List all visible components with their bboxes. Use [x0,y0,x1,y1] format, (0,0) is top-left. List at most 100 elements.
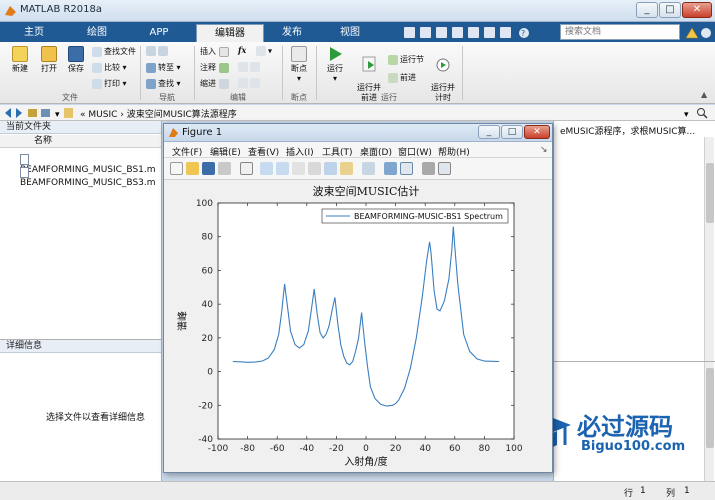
save-figure-icon[interactable] [202,162,215,175]
figure-close-button[interactable]: ✕ [524,125,550,139]
print-button[interactable]: 打印 ▾ [92,78,127,89]
x-tick-label: 100 [505,444,522,454]
save-button[interactable]: 保存 [64,46,88,74]
name-column-header[interactable]: 名称 [0,135,161,148]
figure-window[interactable]: Figure 1 _ □ ✕ 文件(F) 编辑(E) 查看(V) 插入(I) 工… [163,123,553,473]
run-section-button[interactable]: 运行节 [388,54,424,65]
plot-area[interactable]: -100 -80 -60 -40 -20 0 20 40 60 80 100 -40 -20 0 20 40 6… [164,180,552,472]
compare-button[interactable]: 比较 ▾ [92,62,127,73]
tab-editor[interactable]: 编辑器 [196,24,264,42]
fx-button[interactable]: fx [238,45,246,55]
pan-icon[interactable] [292,162,305,175]
show-tools-icon[interactable] [438,162,451,175]
menu-help[interactable]: 帮助(H) [438,145,470,158]
link-plot-icon[interactable] [362,162,375,175]
figure-maximize-button[interactable]: □ [501,125,523,139]
x-tick-label: -80 [240,444,255,454]
toolstrip-tabs: 主页 绘图 APP 编辑器 发布 视图 ? 搜索文档 [0,22,715,42]
collapse-ribbon-icon[interactable]: ▲ [701,90,707,99]
group-label-file: 文件 [62,93,78,102]
menu-dock-icon[interactable]: ↘ [540,145,548,155]
menu-desktop[interactable]: 桌面(D) [360,145,392,158]
command-scrollbar[interactable] [704,362,714,482]
open-button[interactable]: 打开 [36,46,62,74]
menu-view[interactable]: 查看(V) [248,145,279,158]
menu-insert[interactable]: 插入(I) [286,145,314,158]
run-button[interactable]: 运行 ▾ [322,46,348,83]
menu-file[interactable]: 文件(F) [172,145,202,158]
x-tick-label: 40 [419,444,431,454]
zoom-in-icon[interactable] [260,162,273,175]
figure-toolbar [164,158,552,180]
tab-plots[interactable]: 绘图 [70,24,124,42]
edit-extra-2[interactable] [238,78,262,88]
find-files-button[interactable]: 查找文件 [92,46,136,57]
folder-icon [64,108,73,118]
tab-publish[interactable]: 发布 [268,24,316,42]
breadcrumb-more[interactable]: « [80,110,86,120]
editor-scrollbar[interactable] [704,137,714,361]
new-figure-icon[interactable] [170,162,183,175]
nav-buttons[interactable]: ▾ [4,107,74,119]
matlab-logo-icon [5,6,16,16]
brush-icon[interactable] [340,162,353,175]
edit-extra-1[interactable] [238,62,262,72]
tab-view[interactable]: 视图 [326,24,374,42]
arrows-icon [146,46,156,56]
indent-button[interactable]: 缩进 [200,78,231,89]
legend-icon[interactable] [400,162,413,175]
print-figure-icon[interactable] [218,162,231,175]
pointer-icon[interactable] [240,162,253,175]
spectrum-chart[interactable]: -100 -80 -60 -40 -20 0 20 40 60 80 100 -40 -20 0 20 40 6… [164,180,552,472]
colorbar-icon[interactable] [384,162,397,175]
goto-button[interactable]: 转至 ▾ [146,62,181,73]
breadcrumb-folder[interactable]: 波束空间MUSIC算法源程序 [127,110,237,120]
close-button[interactable]: ✕ [682,2,712,18]
tab-home[interactable]: 主页 [10,24,58,42]
watermark-url: Biguo100.com [581,439,686,454]
y-tick-label: 80 [202,233,214,243]
hide-tools-icon[interactable] [422,162,435,175]
notification-icon[interactable] [684,26,712,40]
address-search-icon[interactable]: ▾ [684,107,710,119]
details-panel: 详细信息 选择文件以查看详细信息 [0,339,162,481]
rotate-icon[interactable] [308,162,321,175]
minimize-button[interactable]: _ [636,2,658,18]
editor-panel[interactable]: eMUSIC源程序，求根MUSIC算... [553,121,715,361]
group-label-breakpoints: 断点 [291,93,307,102]
file-item[interactable]: BEAMFORMING_MUSIC_BS3.m [20,167,161,188]
up-folder-icon [28,109,37,117]
group-label-edit: 编辑 [230,93,246,102]
zoom-out-icon[interactable] [276,162,289,175]
data-cursor-icon[interactable] [324,162,337,175]
scroll-thumb[interactable] [706,163,714,223]
menu-window[interactable]: 窗口(W) [398,145,432,158]
x-tick-label: 20 [390,444,402,454]
open-file-icon[interactable] [186,162,199,175]
x-axis-label: 入射角/度 [344,455,387,468]
qa-redo-icon [484,27,495,38]
y-tick-label: -20 [198,401,213,411]
scroll-thumb[interactable] [706,368,714,448]
svg-text:▾: ▾ [684,110,689,119]
y-axis-label: 谱峰 [176,311,189,331]
figure-minimize-button[interactable]: _ [478,125,500,139]
advance-button[interactable]: 前进 [388,72,416,83]
plus-icon [12,46,28,62]
back-forward-button[interactable] [146,46,170,56]
qa-switch-icon [500,27,511,38]
maximize-button[interactable]: □ [659,2,681,18]
x-tick-label: -100 [208,444,229,454]
insert-button[interactable]: 插入 [200,46,231,57]
comment-button[interactable]: 注释 [200,62,231,73]
new-button[interactable]: 新建 [6,46,34,74]
find-button[interactable]: 查找 ▾ [146,78,181,89]
edit-tools[interactable]: ▾ [256,46,272,56]
menu-tools[interactable]: 工具(T) [322,145,353,158]
breakpoints-button[interactable]: 断点 ▾ [286,46,312,83]
breadcrumb[interactable]: « MUSIC › 波束空间MUSIC算法源程序 [80,107,237,120]
menu-edit[interactable]: 编辑(E) [210,145,241,158]
breadcrumb-music[interactable]: MUSIC [88,110,117,120]
tab-apps[interactable]: APP [134,24,184,42]
search-input[interactable]: 搜索文档 [560,24,680,40]
